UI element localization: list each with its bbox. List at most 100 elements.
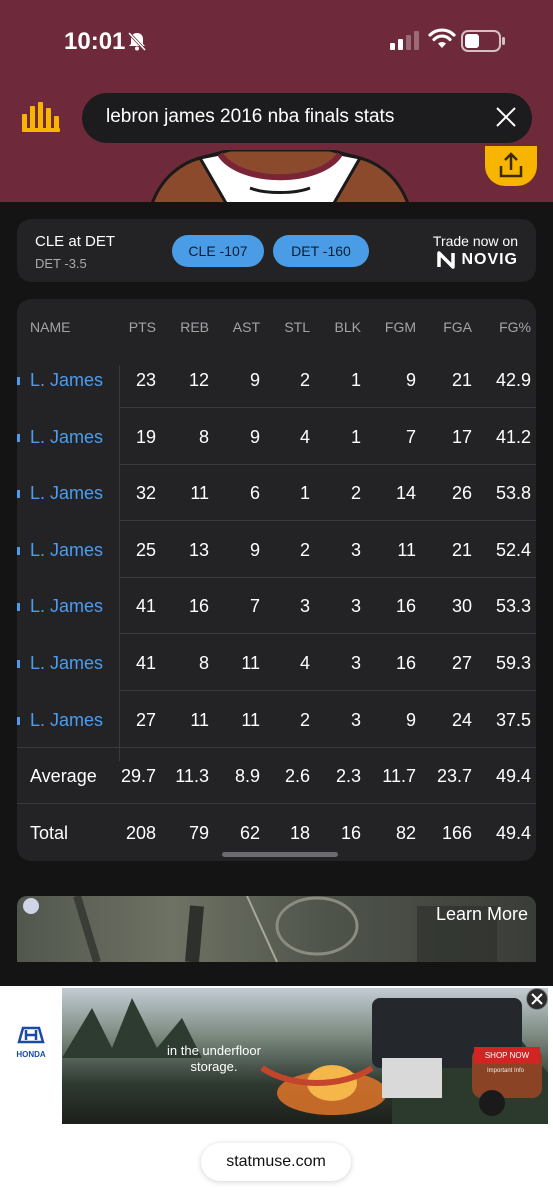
cell-fgm: 11.7 (382, 766, 416, 786)
table-row: L. James 27 11 11 2 3 9 24 37.5 (17, 692, 536, 748)
row-marker (17, 547, 20, 555)
player-link[interactable]: L. James (30, 370, 103, 391)
cell-fga: 21 (451, 540, 472, 560)
banner-ad[interactable]: Learn More (17, 896, 536, 962)
novig-icon (437, 251, 456, 269)
matchup-label: CLE at DET (35, 233, 116, 250)
cell-pts: 19 (135, 427, 156, 447)
shop-now-button[interactable]: SHOP NOW (474, 1047, 540, 1064)
cell-fgp: 37.5 (495, 710, 531, 730)
player-link[interactable]: L. James (30, 710, 103, 731)
status-bar: 10:01 (0, 0, 553, 80)
col-ast[interactable]: AST (233, 319, 260, 335)
cell-ast: 9 (249, 427, 260, 447)
honda-logo-icon: HONDA (16, 1026, 46, 1059)
col-pts[interactable]: PTS (129, 319, 156, 335)
player-link[interactable]: L. James (30, 427, 103, 448)
col-stl[interactable]: STL (284, 319, 310, 335)
cell-fga: 24 (451, 710, 472, 730)
table-row: L. James 41 16 7 3 3 16 30 53.3 (17, 578, 536, 634)
share-button[interactable] (485, 146, 537, 186)
cell-pts: 41 (135, 596, 156, 616)
average-label: Average (30, 766, 97, 786)
learn-more-link[interactable]: Learn More (436, 904, 528, 925)
cellular-signal-icon (390, 31, 419, 50)
det-odds-button[interactable]: DET -160 (273, 235, 369, 267)
cell-stl: 2.6 (284, 766, 310, 786)
row-marker (17, 603, 20, 611)
share-icon (499, 152, 523, 178)
row-marker (17, 490, 20, 498)
clock: 10:01 (64, 28, 126, 55)
cell-pts: 25 (135, 540, 156, 560)
cell-fgp: 41.2 (495, 427, 531, 447)
col-name[interactable]: NAME (30, 319, 70, 335)
cell-fga: 30 (451, 596, 472, 616)
address-bar[interactable]: statmuse.com (201, 1143, 351, 1181)
cell-reb: 13 (188, 540, 209, 560)
search-input[interactable]: lebron james 2016 nba finals stats (106, 106, 394, 128)
cell-blk: 16 (340, 823, 361, 843)
col-fga[interactable]: FGA (443, 319, 472, 335)
search-bar[interactable]: lebron james 2016 nba finals stats (82, 93, 532, 143)
table-row: L. James 23 12 9 2 1 9 21 42.9 (17, 352, 536, 408)
col-fgm[interactable]: FGM (385, 319, 416, 335)
cell-fgm: 82 (395, 823, 416, 843)
horizontal-scrollbar[interactable] (222, 852, 338, 857)
col-reb[interactable]: REB (180, 319, 209, 335)
col-fgp[interactable]: FG% (499, 319, 531, 335)
cell-reb: 8 (198, 653, 209, 673)
spread-label: DET -3.5 (35, 256, 87, 271)
honda-brand: HONDA (16, 1050, 46, 1059)
cell-fga: 26 (451, 483, 472, 503)
cell-pts: 32 (135, 483, 156, 503)
cle-odds-button[interactable]: CLE -107 (172, 235, 264, 267)
close-icon[interactable] (494, 105, 518, 129)
cell-stl: 2 (299, 370, 310, 390)
table-row: L. James 41 8 11 4 3 16 27 59.3 (17, 635, 536, 691)
novig-logo[interactable]: NOVIG (437, 251, 518, 269)
ad-badge-icon (23, 898, 39, 914)
cell-pts: 29.7 (120, 766, 156, 786)
cell-fga: 23.7 (436, 766, 472, 786)
col-blk[interactable]: BLK (335, 319, 361, 335)
table-row: L. James 19 8 9 4 1 7 17 41.2 (17, 409, 536, 465)
average-row: Average 29.7 11.3 8.9 2.6 2.3 11.7 23.7 … (17, 748, 536, 804)
cell-fgp: 59.3 (495, 653, 531, 673)
cell-blk: 3 (350, 653, 361, 673)
cell-fgp: 49.4 (495, 823, 531, 843)
cell-reb: 16 (188, 596, 209, 616)
cell-stl: 2 (299, 540, 310, 560)
mascot-illustration (151, 150, 409, 202)
important-info-link[interactable]: Important Info (487, 1068, 524, 1074)
row-marker (17, 660, 20, 668)
player-link[interactable]: L. James (30, 653, 103, 674)
wifi-icon (428, 28, 456, 48)
ad-close-button[interactable] (526, 988, 548, 1010)
cell-fgm: 16 (395, 653, 416, 673)
ad-caption: in the underfloor storage. (167, 1043, 261, 1074)
trade-now-label[interactable]: Trade now on (433, 233, 518, 249)
row-divider (17, 803, 536, 804)
cell-reb: 11 (190, 710, 209, 730)
cell-stl: 4 (299, 427, 310, 447)
statmuse-logo-icon[interactable] (20, 100, 62, 134)
cell-stl: 1 (299, 483, 310, 503)
cell-fgp: 52.4 (495, 540, 531, 560)
cell-fgm: 9 (405, 370, 416, 390)
player-link[interactable]: L. James (30, 483, 103, 504)
cell-blk: 3 (350, 596, 361, 616)
cell-ast: 11 (241, 653, 260, 673)
battery-icon (461, 30, 505, 52)
player-link[interactable]: L. James (30, 596, 103, 617)
cell-ast: 11 (241, 710, 260, 730)
cell-fga: 27 (451, 653, 472, 673)
cell-stl: 3 (299, 596, 310, 616)
cell-fga: 17 (451, 427, 472, 447)
odds-card: CLE at DET DET -3.5 CLE -107 DET -160 Tr… (17, 219, 536, 282)
cell-fga: 166 (441, 823, 472, 843)
cell-ast: 7 (249, 596, 260, 616)
row-divider (119, 633, 536, 634)
total-label: Total (30, 823, 69, 843)
player-link[interactable]: L. James (30, 540, 103, 561)
